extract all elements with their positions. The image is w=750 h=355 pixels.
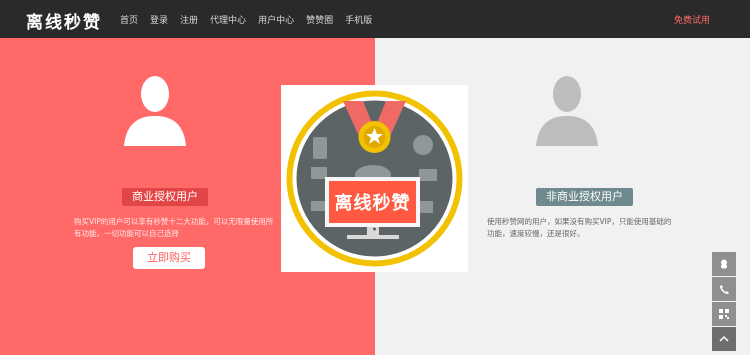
qq-contact-button[interactable] xyxy=(712,252,736,276)
main-nav: 首页 登录 注册 代理中心 用户中心 赞赞圈 手机版 xyxy=(120,13,372,26)
qrcode-icon xyxy=(719,309,729,319)
phone-icon xyxy=(720,285,729,294)
free-trial-link[interactable]: 免费试用 xyxy=(674,13,710,26)
side-tool-bar xyxy=(712,252,736,352)
back-to-top-icon xyxy=(719,335,729,342)
buy-now-button[interactable]: 立即购买 xyxy=(133,247,205,269)
phone-contact-button[interactable] xyxy=(712,277,736,301)
commercial-user-avatar-icon xyxy=(124,76,186,146)
medal-emblem-icon xyxy=(286,90,463,267)
commercial-user-description: 购买VIP的用户可以享有秒赞十二大功能，可以无限量使用所有功能，一切功能可以自己… xyxy=(74,217,274,238)
nav-register[interactable]: 注册 xyxy=(180,13,198,26)
nav-user-center[interactable]: 用户中心 xyxy=(258,13,294,26)
nav-zanzan-circle[interactable]: 赞赞圈 xyxy=(306,13,333,26)
qq-icon xyxy=(721,259,727,269)
noncommercial-user-avatar-icon xyxy=(536,76,598,146)
nav-mobile[interactable]: 手机版 xyxy=(345,13,372,26)
back-to-top-button[interactable] xyxy=(712,327,736,351)
noncommercial-user-description: 使用秒赞网的用户，如果没有购买VIP，只能使用基础的功能，速度较慢，还是很好。 xyxy=(487,217,672,238)
nav-login[interactable]: 登录 xyxy=(150,13,168,26)
emblem-title: 离线秒赞 xyxy=(334,193,411,214)
nav-home[interactable]: 首页 xyxy=(120,13,138,26)
site-logo[interactable]: 离线秒赞 xyxy=(26,8,102,33)
qrcode-button[interactable] xyxy=(712,302,736,326)
commercial-user-badge: 商业授权用户 xyxy=(122,188,208,206)
noncommercial-user-badge: 非商业授权用户 xyxy=(536,188,633,206)
top-navbar: 离线秒赞 首页 登录 注册 代理中心 用户中心 赞赞圈 手机版 免费试用 xyxy=(0,0,750,38)
center-emblem: 离线秒赞 xyxy=(281,85,468,272)
nav-agent-center[interactable]: 代理中心 xyxy=(210,13,246,26)
